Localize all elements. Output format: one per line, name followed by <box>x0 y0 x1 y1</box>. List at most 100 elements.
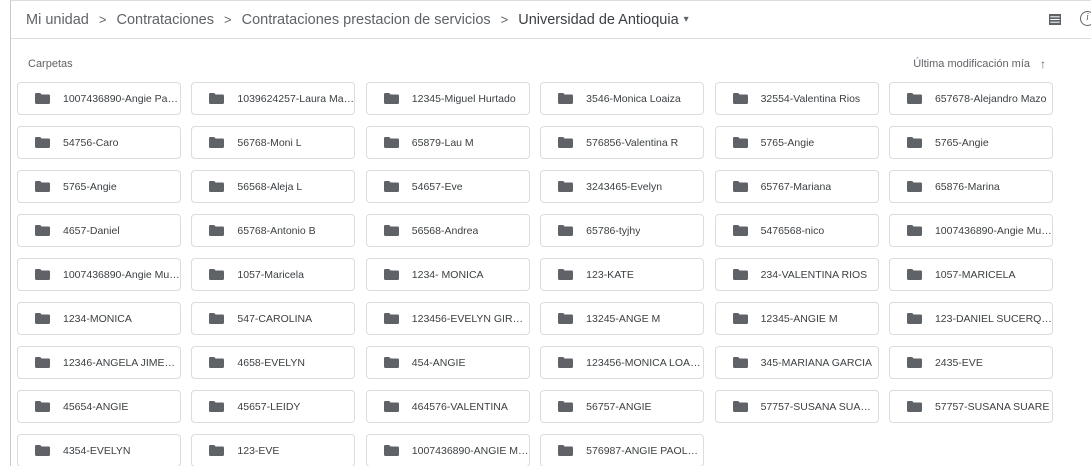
folder-item[interactable]: 12345-ANGIE M <box>714 302 879 335</box>
folder-name: 123-DANIEL SUCERQUIA <box>934 312 1052 325</box>
folder-item[interactable]: 345-MARIANA GARCIA <box>714 346 879 379</box>
folder-item[interactable]: 65767-Mariana <box>714 170 879 203</box>
folder-name: 1057-MARICELA <box>934 268 1016 281</box>
folder-icon <box>35 225 50 236</box>
folder-icon <box>558 93 574 104</box>
folder-item[interactable]: 1007436890-ANGIE MUNE... <box>365 434 530 466</box>
folder-grid: 1007436890-Angie Paola ... 1039624257-Lau… <box>17 82 1053 466</box>
folder-item[interactable]: 576856-Valentina R <box>540 126 705 159</box>
folder-item[interactable]: 56768-Moni L <box>191 126 356 159</box>
folder-icon <box>906 401 922 412</box>
breadcrumb: Mi unidad > Contrataciones > Contrataciones … <box>11 12 689 28</box>
folder-item[interactable]: 56568-Aleja L <box>191 170 356 203</box>
folder-item[interactable]: 1234-MONICA <box>17 302 181 335</box>
folder-name: 1007436890-Angie Munera <box>934 224 1052 237</box>
folder-item[interactable]: 57757-SUSANA SUAREZ <box>714 390 879 423</box>
chevron-down-icon[interactable]: ▾ <box>684 14 689 25</box>
folder-name: 123-KATE <box>586 268 634 281</box>
folder-item[interactable]: 1007436890-Angie Munera <box>888 214 1053 247</box>
folder-item[interactable]: 123456-MONICA LOAIZA <box>540 346 705 379</box>
folder-item[interactable]: 45654-ANGIE <box>17 390 181 423</box>
folder-item[interactable]: 657678-Alejandro Mazo <box>888 82 1053 115</box>
folder-item[interactable]: 123-DANIEL SUCERQUIA <box>888 302 1053 335</box>
breadcrumb-item[interactable]: Mi unidad <box>26 12 89 28</box>
folder-icon <box>906 225 922 236</box>
folder-icon <box>558 269 574 280</box>
folder-item[interactable]: 5765-Angie <box>17 170 181 203</box>
breadcrumb-item[interactable]: Universidad de Antioquia <box>518 12 678 28</box>
folder-icon <box>209 445 225 456</box>
folder-item[interactable]: 65768-Antonio B <box>191 214 356 247</box>
folder-item[interactable]: 1057-Maricela <box>191 258 356 291</box>
folder-item[interactable]: 54657-Eve <box>365 170 530 203</box>
folder-item[interactable]: 4657-Daniel <box>17 214 181 247</box>
folder-item[interactable]: 54756-Caro <box>17 126 181 159</box>
folder-name: 5765-Angie <box>760 136 815 149</box>
folder-item[interactable]: 464576-VALENTINA <box>365 390 530 423</box>
list-view-icon[interactable] <box>1049 14 1061 25</box>
folder-item[interactable]: 1007436890-Angie Munera <box>17 258 181 291</box>
folder-name: 65876-Marina <box>934 180 1000 193</box>
folder-item[interactable]: 234-VALENTINA RIOS <box>714 258 879 291</box>
folder-item[interactable]: 123456-EVELYN GIRALDO <box>365 302 530 335</box>
breadcrumb-separator: > <box>500 12 509 27</box>
folder-item[interactable]: 3243465-Evelyn <box>540 170 705 203</box>
folder-item[interactable]: 57757-SUSANA SUARE <box>888 390 1053 423</box>
folder-item[interactable]: 56757-ANGIE <box>540 390 705 423</box>
folder-item[interactable]: 4354-EVELYN <box>17 434 181 466</box>
folder-item[interactable]: 3546-Monica Loaiza <box>540 82 705 115</box>
folder-icon <box>558 357 574 368</box>
folder-item[interactable]: 576987-ANGIE PAOLA MU... <box>540 434 705 466</box>
folder-icon <box>558 313 574 324</box>
folder-item[interactable]: 1007436890-Angie Paola ... <box>17 82 181 115</box>
folder-item[interactable]: 65879-Lau M <box>365 126 530 159</box>
folder-name: 1007436890-Angie Munera <box>63 268 180 281</box>
folder-name: 57757-SUSANA SUARE <box>934 400 1050 413</box>
folder-name: 123456-EVELYN GIRALDO <box>411 312 529 325</box>
folder-item[interactable]: 4658-EVELYN <box>191 346 356 379</box>
folder-name: 4657-Daniel <box>63 224 120 237</box>
folder-name: 4354-EVELYN <box>63 444 131 457</box>
folder-icon <box>383 269 399 280</box>
folder-item[interactable]: 12346-ANGELA JIMENEZ <box>17 346 181 379</box>
folder-item[interactable]: 32554-Valentina Rios <box>714 82 879 115</box>
arrow-up-icon[interactable]: ↑ <box>1040 57 1046 71</box>
folder-item[interactable]: 1039624257-Laura Marin <box>191 82 356 115</box>
folder-icon <box>209 137 225 148</box>
folder-icon <box>732 313 748 324</box>
folder-item[interactable]: 13245-ANGE M <box>540 302 705 335</box>
folder-icon <box>383 225 399 236</box>
folder-item[interactable]: 5765-Angie <box>714 126 879 159</box>
folder-item[interactable]: 45657-LEIDY <box>191 390 356 423</box>
sort-control[interactable]: Última modificación mía ↑ <box>913 57 1046 71</box>
folder-item[interactable]: 1234- MONICA <box>365 258 530 291</box>
folder-item[interactable]: 65876-Marina <box>888 170 1053 203</box>
folder-item[interactable]: 1057-MARICELA <box>888 258 1053 291</box>
folder-icon <box>906 357 922 368</box>
folder-name: 1234-MONICA <box>63 312 132 325</box>
folder-item[interactable]: 2435-EVE <box>888 346 1053 379</box>
folder-item[interactable]: 65786-tyjhy <box>540 214 705 247</box>
folder-name: 123456-MONICA LOAIZA <box>586 356 704 369</box>
folder-name: 657678-Alejandro Mazo <box>934 92 1047 105</box>
folder-item[interactable]: 56568-Andrea <box>365 214 530 247</box>
folder-item[interactable]: 454-ANGIE <box>365 346 530 379</box>
folder-name: 454-ANGIE <box>411 356 466 369</box>
folder-item[interactable]: 547-CAROLINA <box>191 302 356 335</box>
info-icon[interactable]: i <box>1080 11 1091 26</box>
folder-name: 54657-Eve <box>411 180 463 193</box>
folder-name: 12346-ANGELA JIMENEZ <box>63 356 180 369</box>
folder-icon <box>209 93 225 104</box>
folder-name: 45657-LEIDY <box>237 400 301 413</box>
folder-item[interactable]: 5476568-nico <box>714 214 879 247</box>
folder-item[interactable]: 123-EVE <box>191 434 356 466</box>
folder-item[interactable]: 12345-Miguel Hurtado <box>365 82 530 115</box>
breadcrumb-item[interactable]: Contrataciones prestacion de servicios <box>242 12 491 28</box>
folder-name: 1234- MONICA <box>411 268 484 281</box>
folder-item[interactable]: 123-KATE <box>540 258 705 291</box>
folder-name: 57757-SUSANA SUAREZ <box>760 400 878 413</box>
folder-item[interactable]: 5765-Angie <box>888 126 1053 159</box>
breadcrumb-item[interactable]: Contrataciones <box>116 12 214 28</box>
folder-icon <box>732 357 748 368</box>
folder-name: 56568-Aleja L <box>237 180 303 193</box>
